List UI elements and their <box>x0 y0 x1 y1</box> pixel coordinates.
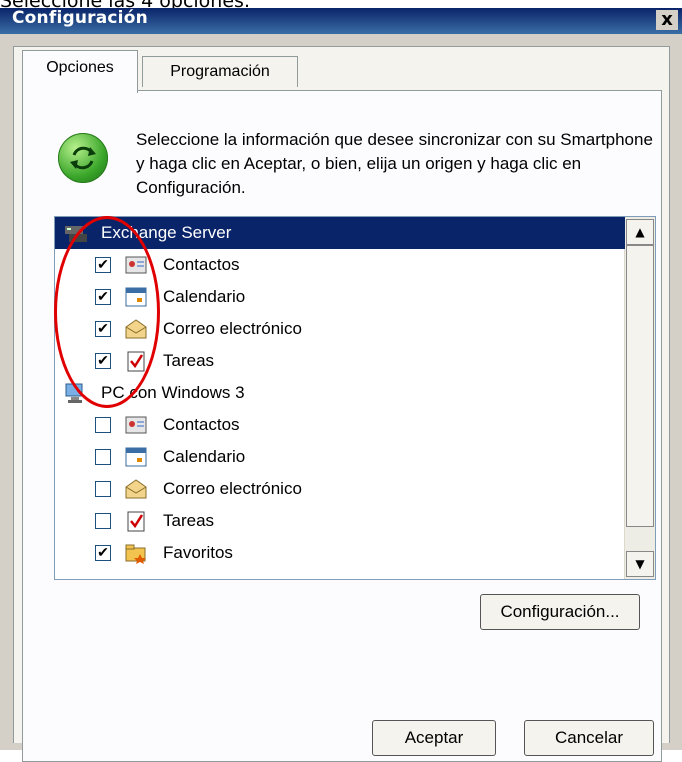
close-button[interactable]: x <box>656 10 678 30</box>
tree-item-label: Contactos <box>163 255 240 274</box>
tree-item-label: Calendario <box>163 447 246 466</box>
favorites-icon <box>125 542 147 564</box>
contacts-icon <box>125 414 147 436</box>
tree-item-label: Tareas <box>163 511 215 530</box>
sync-checkbox[interactable]: ✔ <box>95 545 111 561</box>
sync-tree: ▲ ▼ Exchange Server ✔ Contactos ✔ Calendario… <box>54 216 656 580</box>
sync-checkbox[interactable] <box>95 481 111 497</box>
instructions-text: Seleccione la información que desee sinc… <box>136 130 653 197</box>
tree-item-label: Correo electrónico <box>163 319 302 338</box>
tab-programacion[interactable]: Programación <box>142 56 298 87</box>
sync-checkbox[interactable] <box>95 449 111 465</box>
scroll-up-icon[interactable]: ▲ <box>626 219 654 245</box>
cancel-button[interactable]: Cancelar <box>524 720 654 756</box>
sync-checkbox[interactable]: ✔ <box>95 257 111 273</box>
sync-checkbox[interactable]: ✔ <box>95 353 111 369</box>
tree-group-label: Exchange Server <box>101 223 232 242</box>
calendar-icon <box>125 286 147 308</box>
tree-item[interactable]: ✔ Tareas <box>55 345 655 377</box>
sync-checkbox[interactable]: ✔ <box>95 289 111 305</box>
tree-item[interactable]: ✔ Contactos <box>55 249 655 281</box>
tree-item[interactable]: ✔ Favoritos <box>55 537 655 569</box>
tree-item-label: Contactos <box>163 415 240 434</box>
tree-item[interactable]: Calendario <box>55 441 655 473</box>
server-icon <box>63 222 89 244</box>
tree-item[interactable]: ✔ Correo electrónico <box>55 313 655 345</box>
sync-checkbox[interactable]: ✔ <box>95 321 111 337</box>
tasks-icon <box>125 510 147 532</box>
tree-group-label: PC con Windows 3 <box>101 383 245 402</box>
configuration-button[interactable]: Configuración... <box>480 594 640 630</box>
tree-item[interactable]: Correo electrónico <box>55 473 655 505</box>
dialog-title: Configuración <box>12 8 148 28</box>
tree-item-label: Calendario <box>163 287 246 306</box>
email-icon <box>125 318 147 340</box>
tree-item[interactable]: ✔ Calendario <box>55 281 655 313</box>
tree-item-label: Favoritos <box>163 543 233 562</box>
tree-item[interactable]: Tareas <box>55 505 655 537</box>
tree-group-0[interactable]: Exchange Server <box>55 217 625 249</box>
email-icon <box>125 478 147 500</box>
calendar-icon <box>125 446 147 468</box>
sync-checkbox[interactable] <box>95 417 111 433</box>
contacts-icon <box>125 254 147 276</box>
tree-group-1[interactable]: PC con Windows 3 <box>55 377 655 409</box>
tab-opciones[interactable]: Opciones <box>22 50 138 93</box>
accept-button[interactable]: Aceptar <box>372 720 496 756</box>
title-bar: Configuración x <box>0 8 682 34</box>
sync-checkbox[interactable] <box>95 513 111 529</box>
tree-item-label: Correo electrónico <box>163 479 302 498</box>
tree-item[interactable]: Contactos <box>55 409 655 441</box>
tasks-icon <box>125 350 147 372</box>
tree-item-label: Tareas <box>163 351 215 370</box>
sync-icon <box>58 133 108 183</box>
pc-icon <box>63 382 89 404</box>
